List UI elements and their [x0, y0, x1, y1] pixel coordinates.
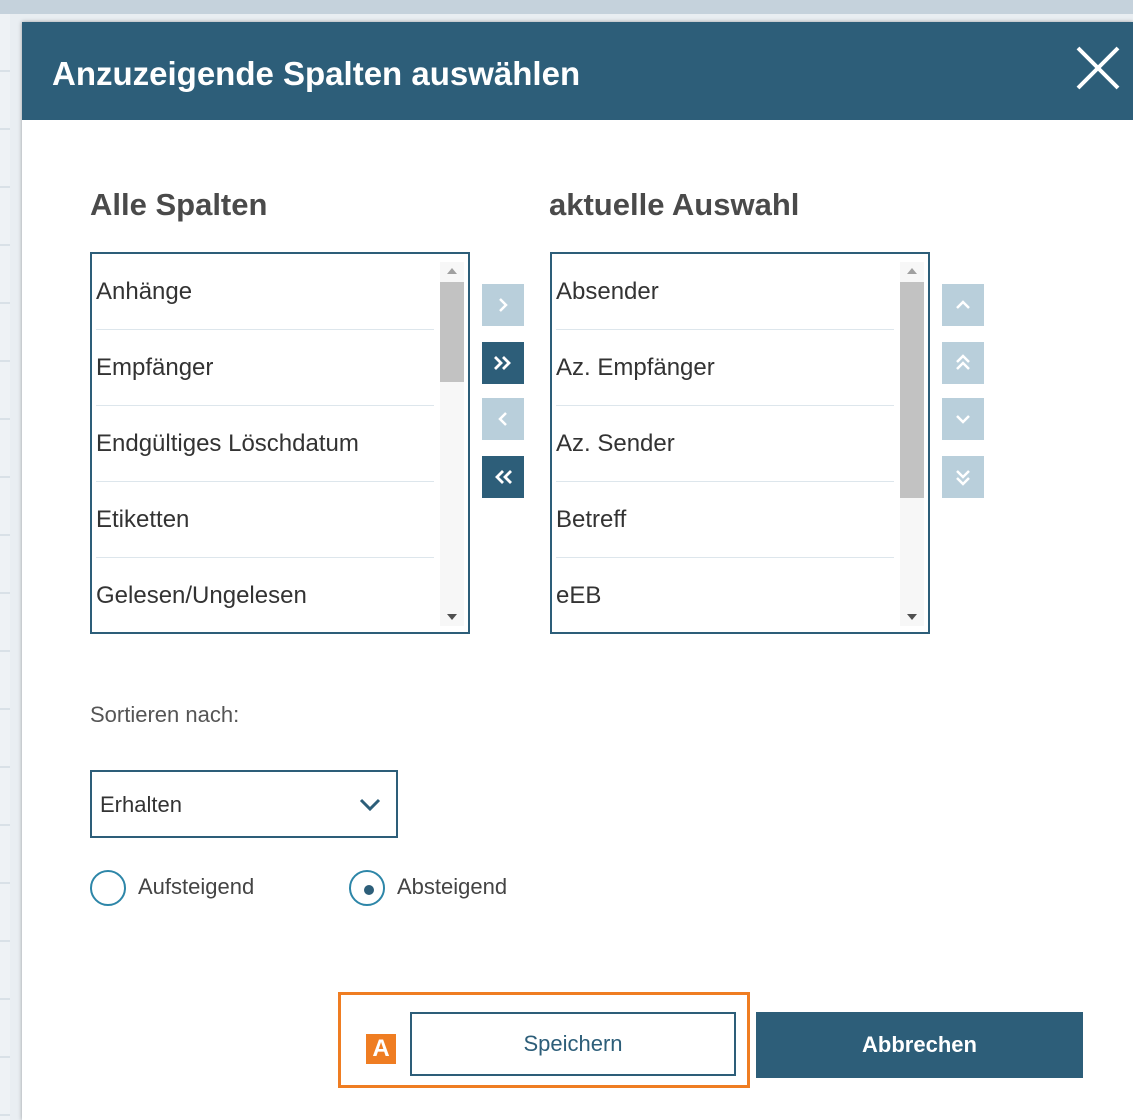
- double-chevron-left-icon: [495, 470, 512, 484]
- sort-by-label: Sortieren nach:: [90, 702, 240, 727]
- list-item[interactable]: Betreff: [556, 482, 894, 558]
- radio-label: Aufsteigend: [138, 874, 255, 899]
- available-columns-heading: Alle Spalten: [90, 187, 268, 222]
- column-selection-dialog: Anzuzeigende Spalten auswählen Alle Spal…: [22, 22, 1133, 1120]
- move-to-bottom-button[interactable]: [942, 456, 984, 498]
- radio-selected-dot: [364, 885, 374, 895]
- move-down-button[interactable]: [942, 398, 984, 440]
- chevron-down-icon: [956, 415, 970, 424]
- move-up-button[interactable]: [942, 284, 984, 326]
- scroll-up-arrow-icon[interactable]: [440, 262, 464, 280]
- radio-circle: [349, 870, 385, 906]
- list-item[interactable]: Absender: [556, 254, 894, 330]
- move-right-button[interactable]: [482, 284, 524, 326]
- list-item[interactable]: Az. Sender: [556, 406, 894, 482]
- cancel-button[interactable]: Abbrechen: [756, 1012, 1083, 1078]
- scroll-up-arrow-icon[interactable]: [900, 262, 924, 280]
- radio-label: Absteigend: [397, 874, 508, 899]
- save-button[interactable]: Speichern: [410, 1012, 736, 1076]
- radio-circle: [90, 870, 126, 906]
- chevron-right-icon: [499, 298, 508, 312]
- background-header: [0, 0, 1133, 14]
- double-chevron-up-icon: [956, 354, 970, 370]
- list-item[interactable]: Etiketten: [96, 482, 434, 558]
- selected-list-scrollbar[interactable]: [900, 262, 924, 626]
- move-left-button[interactable]: [482, 398, 524, 440]
- move-all-right-button[interactable]: [482, 342, 524, 384]
- double-chevron-down-icon: [956, 470, 970, 486]
- move-to-top-button[interactable]: [942, 342, 984, 384]
- annotation-marker: A: [366, 1034, 396, 1064]
- list-item[interactable]: Anhänge: [96, 254, 434, 330]
- scroll-down-arrow-icon[interactable]: [900, 608, 924, 626]
- list-item[interactable]: eEB: [556, 558, 894, 632]
- move-all-left-button[interactable]: [482, 456, 524, 498]
- close-button[interactable]: [1070, 40, 1126, 96]
- sort-field-value: Erhalten: [100, 792, 182, 817]
- dialog-header: Anzuzeigende Spalten auswählen: [22, 22, 1133, 120]
- close-icon: [1076, 46, 1120, 90]
- list-item[interactable]: Gelesen/Ungelesen: [96, 558, 434, 632]
- sort-ascending-radio[interactable]: Aufsteigend: [90, 870, 280, 910]
- scroll-down-arrow-icon[interactable]: [440, 608, 464, 626]
- dialog-title: Anzuzeigende Spalten auswählen: [52, 55, 581, 92]
- selected-columns-heading: aktuelle Auswahl: [549, 187, 800, 222]
- list-item[interactable]: Empfänger: [96, 330, 434, 406]
- double-chevron-right-icon: [494, 356, 511, 370]
- background-list-edge: [0, 14, 10, 1120]
- selected-columns-list[interactable]: Absender Az. Empfänger Az. Sender Betref…: [550, 252, 930, 634]
- chevron-down-icon: [359, 798, 381, 812]
- chevron-up-icon: [956, 300, 970, 309]
- scroll-thumb[interactable]: [900, 282, 924, 498]
- sort-field-select[interactable]: Erhalten: [90, 770, 398, 838]
- list-item[interactable]: Az. Empfänger: [556, 330, 894, 406]
- chevron-left-icon: [498, 412, 507, 426]
- available-list-scrollbar[interactable]: [440, 262, 464, 626]
- available-columns-list[interactable]: Anhänge Empfänger Endgültiges Löschdatum…: [90, 252, 470, 634]
- sort-descending-radio[interactable]: Absteigend: [349, 870, 539, 910]
- list-item[interactable]: Endgültiges Löschdatum: [96, 406, 434, 482]
- scroll-thumb[interactable]: [440, 282, 464, 382]
